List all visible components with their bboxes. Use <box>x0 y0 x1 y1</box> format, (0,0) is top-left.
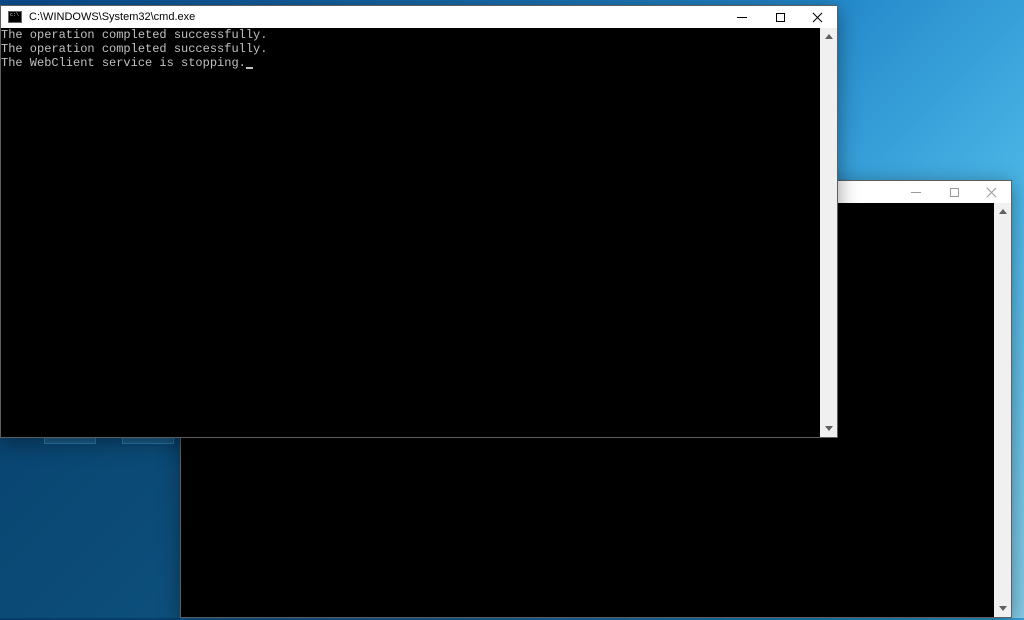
cmd-icon <box>7 9 23 25</box>
close-icon <box>986 186 998 198</box>
maximize-icon <box>776 13 785 22</box>
console-line: The operation completed successfully. <box>1 42 267 56</box>
scroll-up-button[interactable] <box>820 28 837 45</box>
console-body[interactable]: The operation completed successfully.The… <box>1 28 837 437</box>
vertical-scrollbar[interactable] <box>994 203 1011 617</box>
maximize-button[interactable] <box>935 181 973 203</box>
window-controls <box>723 6 837 28</box>
window-controls <box>897 181 1011 203</box>
scroll-down-button[interactable] <box>994 600 1011 617</box>
maximize-icon <box>950 188 959 197</box>
minimize-button[interactable] <box>723 6 761 28</box>
minimize-icon <box>737 17 747 18</box>
chevron-up-icon <box>999 209 1007 214</box>
title-text: C:\WINDOWS\System32\cmd.exe <box>27 11 723 23</box>
titlebar[interactable]: C:\WINDOWS\System32\cmd.exe <box>1 6 837 28</box>
chevron-down-icon <box>825 426 833 431</box>
console-line: The operation completed successfully. <box>1 28 267 42</box>
close-button[interactable] <box>973 181 1011 203</box>
chevron-up-icon <box>825 34 833 39</box>
vertical-scrollbar[interactable] <box>820 28 837 437</box>
minimize-button[interactable] <box>897 181 935 203</box>
console-line: The WebClient service is stopping. <box>1 56 267 70</box>
console-output: The operation completed successfully.The… <box>1 28 267 70</box>
minimize-icon <box>911 192 921 193</box>
scroll-up-button[interactable] <box>994 203 1011 220</box>
chevron-down-icon <box>999 606 1007 611</box>
cmd-window[interactable]: C:\WINDOWS\System32\cmd.exe The operatio… <box>0 5 838 438</box>
maximize-button[interactable] <box>761 6 799 28</box>
close-icon <box>812 11 824 23</box>
close-button[interactable] <box>799 6 837 28</box>
cursor <box>246 67 253 69</box>
scroll-down-button[interactable] <box>820 420 837 437</box>
